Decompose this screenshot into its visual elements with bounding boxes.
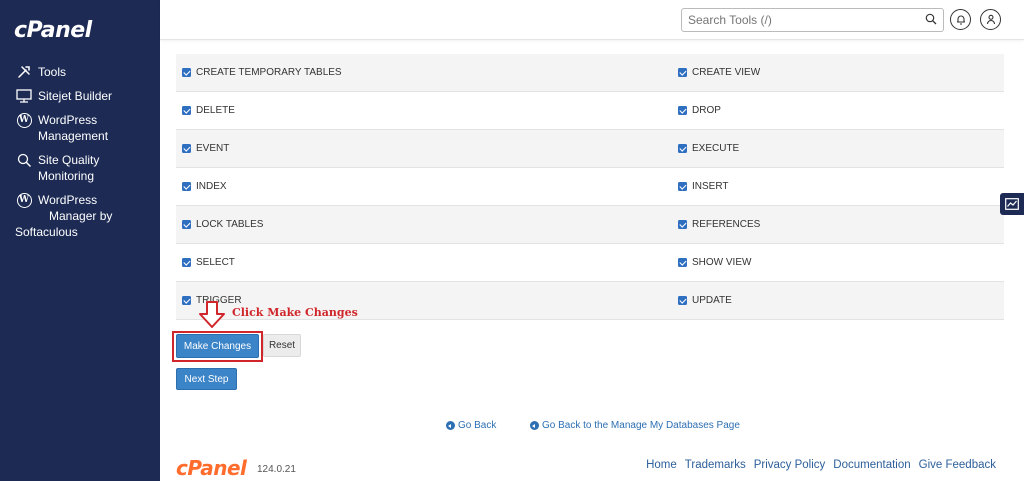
privilege-label: INDEX: [196, 181, 227, 192]
footer-link-privacy[interactable]: Privacy Policy: [754, 459, 826, 471]
down-arrow-icon: [199, 301, 225, 328]
privilege-checkbox-execute[interactable]: EXECUTE: [672, 143, 739, 154]
privilege-checkbox-trigger[interactable]: TRIGGER: [176, 295, 672, 306]
annotation-text: Click Make Changes: [232, 306, 358, 319]
checkbox[interactable]: [678, 144, 687, 153]
privilege-label: SELECT: [196, 257, 235, 268]
checkbox[interactable]: [678, 106, 687, 115]
next-step-button[interactable]: Next Step: [176, 368, 237, 390]
privilege-checkbox-index[interactable]: INDEX: [176, 181, 672, 192]
privilege-label: LOCK TABLES: [196, 219, 264, 230]
footer-link-feedback[interactable]: Give Feedback: [919, 459, 996, 471]
reset-button[interactable]: Reset: [263, 334, 301, 357]
privilege-label: EVENT: [196, 143, 230, 154]
privilege-checkbox-insert[interactable]: INSERT: [672, 181, 729, 192]
privilege-checkbox-delete[interactable]: DELETE: [176, 105, 672, 116]
checkbox[interactable]: [182, 182, 191, 191]
sidebar-nav: Tools Sitejet Builder W WordPress Manage…: [0, 60, 160, 244]
privilege-checkbox-update[interactable]: UPDATE: [672, 295, 732, 306]
cpanel-logo[interactable]: cPanel: [14, 18, 92, 43]
go-back-manage-link[interactable]: Go Back to the Manage My Databases Page: [530, 420, 740, 431]
footer-link-documentation[interactable]: Documentation: [833, 459, 910, 471]
wordpress-icon: W: [15, 192, 33, 208]
search-icon[interactable]: [925, 12, 937, 25]
checkbox[interactable]: [678, 258, 687, 267]
sidebar-item-site-quality[interactable]: Site Quality Monitoring: [0, 148, 160, 188]
sidebar-item-label: WordPress Manager by: [38, 193, 113, 223]
privilege-label: REFERENCES: [692, 219, 761, 230]
privilege-checkbox-select[interactable]: SELECT: [176, 257, 672, 268]
sidebar-item-tools[interactable]: Tools: [0, 60, 160, 84]
privilege-label: DELETE: [196, 105, 235, 116]
sidebar-item-label: Softaculous: [15, 225, 78, 239]
top-header: [160, 0, 1024, 40]
sitejet-icon: [15, 88, 33, 104]
privilege-label: SHOW VIEW: [692, 257, 752, 268]
privilege-label: CREATE VIEW: [692, 67, 761, 78]
privileges-table: CREATE TEMPORARY TABLES CREATE VIEW DELE…: [176, 54, 1004, 320]
privilege-checkbox-lock-tables[interactable]: LOCK TABLES: [176, 219, 672, 230]
checkbox[interactable]: [182, 296, 191, 305]
privilege-label: CREATE TEMPORARY TABLES: [196, 67, 342, 78]
checkbox[interactable]: [678, 296, 687, 305]
sidebar-item-wordpress-manager[interactable]: W WordPress Manager by: [0, 188, 160, 224]
sidebar-item-sitejet[interactable]: Sitejet Builder: [0, 84, 160, 108]
sidebar-item-label: Site Quality Monitoring: [38, 153, 100, 183]
privilege-label: EXECUTE: [692, 143, 740, 154]
user-icon[interactable]: [980, 9, 1001, 30]
site-quality-icon: [15, 152, 33, 168]
privilege-checkbox-create-view[interactable]: CREATE VIEW: [672, 67, 760, 78]
sidebar-item-wordpress-management[interactable]: W WordPress Management: [0, 108, 160, 148]
footer-links: Home Trademarks Privacy Policy Documenta…: [646, 459, 996, 471]
checkbox[interactable]: [182, 220, 191, 229]
checkbox[interactable]: [678, 182, 687, 191]
footer-link-home[interactable]: Home: [646, 459, 677, 471]
footer-link-trademarks[interactable]: Trademarks: [685, 459, 746, 471]
back-arrow-icon: [530, 421, 539, 430]
version-text: 124.0.21: [257, 464, 296, 475]
table-row: LOCK TABLES REFERENCES: [176, 206, 1004, 244]
chart-panel-tab[interactable]: [1000, 193, 1024, 215]
sidebar-item-label: WordPress Management: [38, 113, 109, 143]
go-back-link[interactable]: Go Back: [446, 420, 496, 431]
sidebar-item-softaculous[interactable]: Softaculous: [0, 224, 160, 244]
back-arrow-icon: [446, 421, 455, 430]
go-back-label: Go Back: [458, 420, 497, 431]
sidebar-item-label: Sitejet Builder: [38, 89, 113, 103]
checkbox[interactable]: [182, 68, 191, 77]
wordpress-icon: W: [15, 112, 33, 128]
table-row: INDEX INSERT: [176, 168, 1004, 206]
table-row: EVENT EXECUTE: [176, 130, 1004, 168]
privilege-checkbox-drop[interactable]: DROP: [672, 105, 721, 116]
privilege-label: UPDATE: [692, 295, 732, 306]
tools-icon: [15, 64, 33, 80]
privilege-label: INSERT: [692, 181, 729, 192]
search-input[interactable]: [681, 8, 944, 32]
privilege-checkbox-references[interactable]: REFERENCES: [672, 219, 760, 230]
sidebar: cPanel Tools Sitejet Builder W WordPress…: [0, 0, 160, 481]
table-row: SELECT SHOW VIEW: [176, 244, 1004, 282]
sidebar-item-label: Tools: [38, 65, 67, 79]
checkbox[interactable]: [182, 258, 191, 267]
checkbox[interactable]: [678, 220, 687, 229]
footer-cpanel-logo: cPanel: [176, 456, 247, 480]
chart-icon: [1005, 198, 1019, 210]
privilege-label: DROP: [692, 105, 721, 116]
bell-icon[interactable]: [950, 9, 971, 30]
privilege-checkbox-create-temporary-tables[interactable]: CREATE TEMPORARY TABLES: [176, 67, 672, 78]
checkbox[interactable]: [182, 106, 191, 115]
make-changes-button[interactable]: Make Changes: [176, 334, 259, 358]
table-row: CREATE TEMPORARY TABLES CREATE VIEW: [176, 54, 1004, 92]
privilege-checkbox-show-view[interactable]: SHOW VIEW: [672, 257, 751, 268]
table-row: DELETE DROP: [176, 92, 1004, 130]
go-back-manage-label: Go Back to the Manage My Databases Page: [542, 420, 740, 431]
privilege-checkbox-event[interactable]: EVENT: [176, 143, 672, 154]
checkbox[interactable]: [182, 144, 191, 153]
checkbox[interactable]: [678, 68, 687, 77]
